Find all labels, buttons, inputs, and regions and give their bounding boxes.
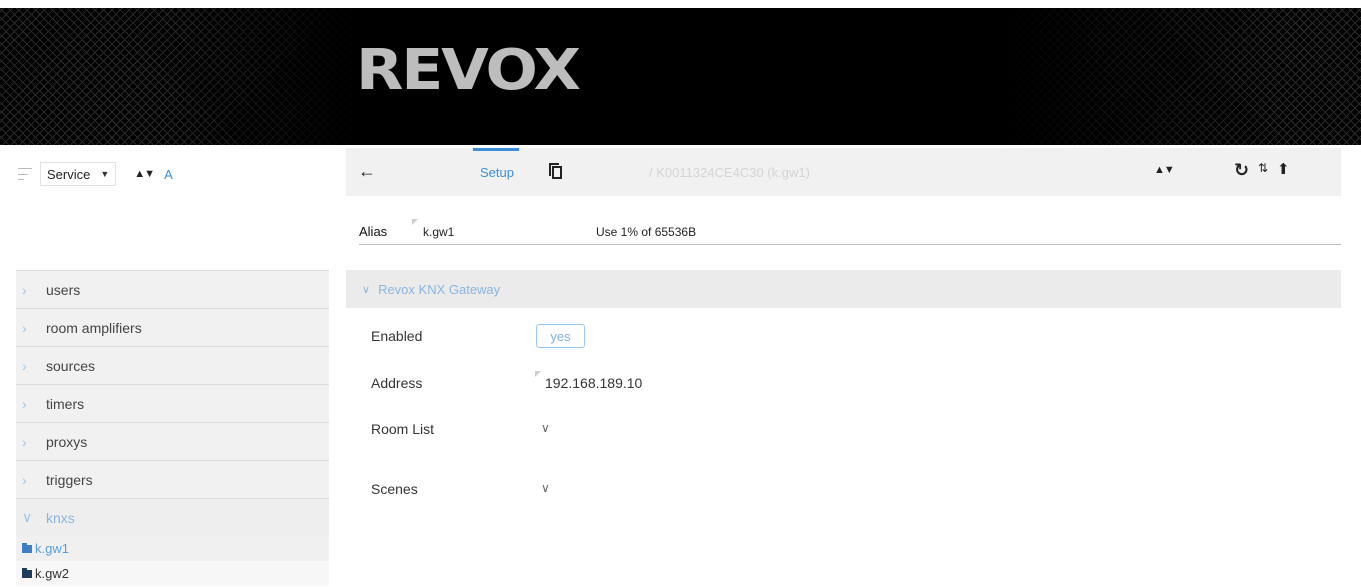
filter-menu-icon[interactable] <box>18 168 32 180</box>
alias-row: Alias k.gw1 Use 1% of 65536B <box>359 215 1341 245</box>
sidebar-item-sources[interactable]: › sources <box>16 346 329 384</box>
sort-icon[interactable]: ▲▼ <box>1154 164 1175 176</box>
alias-input[interactable]: k.gw1 <box>423 225 454 239</box>
sort-icon[interactable]: ▲▼ <box>134 168 155 180</box>
section-revox-knx-gateway[interactable]: ∨ Revox KNX Gateway <box>346 270 1341 308</box>
view-select[interactable]: Service ▼ <box>40 162 117 186</box>
room-list-label: Room List <box>371 421 435 437</box>
edit-marker-icon <box>412 219 418 225</box>
sidebar-subitem-k-gw2[interactable]: k.gw2 <box>16 561 329 586</box>
sidebar-subitem-label: k.gw2 <box>35 566 69 581</box>
sidebar-item-timers[interactable]: › timers <box>16 384 329 422</box>
sidebar-subitem-k-gw1[interactable]: k.gw1 <box>16 536 329 561</box>
sidebar-item-users[interactable]: › users <box>16 270 329 308</box>
alias-label: Alias <box>359 224 388 239</box>
enabled-label: Enabled <box>371 328 423 344</box>
alphabetical-toggle[interactable]: A <box>164 167 173 182</box>
storage-usage: Use 1% of 65536B <box>596 225 697 239</box>
chevron-right-icon: › <box>22 471 27 488</box>
sidebar-toolbar: Service ▼ ▲▼ A <box>18 160 173 188</box>
scenes-expand-icon[interactable]: ∨ <box>541 481 550 495</box>
banner-pattern-right <box>1001 8 1361 145</box>
sidebar-item-knxs[interactable]: ∨ knxs <box>16 498 329 536</box>
chevron-down-icon: ∨ <box>22 509 33 525</box>
sidebar-item-proxys[interactable]: › proxys <box>16 422 329 460</box>
folder-icon <box>22 542 32 553</box>
copy-icon[interactable] <box>549 163 563 179</box>
sidebar-tree: › users › room amplifiers › sources › ti… <box>16 270 329 586</box>
sidebar-item-label: knxs <box>46 509 75 526</box>
back-arrow-icon[interactable]: ← <box>358 161 376 182</box>
main-toolbar: ← Setup / K0011324CE4C30 (k.gw1) ▲▼ ↻ ⇅ … <box>346 148 1341 196</box>
chevron-down-icon: ∨ <box>362 283 371 296</box>
reload-icon[interactable]: ↻ <box>1234 160 1249 181</box>
swap-icon[interactable]: ⇅ <box>1258 161 1268 175</box>
revox-logo: REVOX <box>356 38 581 103</box>
sidebar-item-label: sources <box>46 357 96 374</box>
sidebar-item-label: triggers <box>46 471 93 488</box>
sidebar-item-label: timers <box>46 395 85 412</box>
chevron-right-icon: › <box>22 395 27 412</box>
tab-setup[interactable]: Setup <box>472 148 522 196</box>
header-banner: REVOX <box>0 8 1361 145</box>
sidebar-item-label: proxys <box>46 433 88 450</box>
sidebar-item-room-amplifiers[interactable]: › room amplifiers <box>16 308 329 346</box>
edit-marker-icon <box>535 371 541 377</box>
chevron-right-icon: › <box>22 281 27 298</box>
scenes-label: Scenes <box>371 481 418 497</box>
sidebar-subitem-label: k.gw1 <box>35 541 69 556</box>
address-input[interactable]: 192.168.189.10 <box>545 375 642 391</box>
enabled-toggle[interactable]: yes <box>536 324 585 348</box>
sidebar-item-triggers[interactable]: › triggers <box>16 460 329 498</box>
room-list-expand-icon[interactable]: ∨ <box>541 421 550 435</box>
chevron-right-icon: › <box>22 357 27 374</box>
chevron-down-icon: ▼ <box>100 169 110 179</box>
view-select-value: Service <box>47 166 91 182</box>
chevron-right-icon: › <box>22 319 27 336</box>
sidebar-item-label: users <box>46 281 81 298</box>
sidebar-item-label: room amplifiers <box>46 319 142 336</box>
section-title: Revox KNX Gateway <box>378 281 501 297</box>
chevron-right-icon: › <box>22 433 27 450</box>
device-path: / K0011324CE4C30 (k.gw1) <box>649 165 810 180</box>
upload-icon[interactable]: ⬆ <box>1277 160 1290 178</box>
address-label: Address <box>371 375 423 391</box>
folder-icon <box>22 567 32 578</box>
